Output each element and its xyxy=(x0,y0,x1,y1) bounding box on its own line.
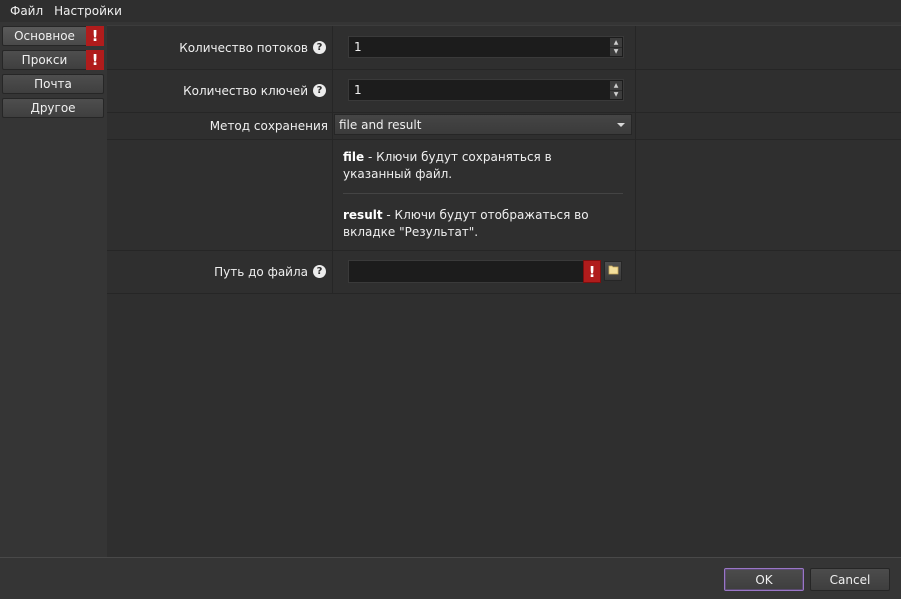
value-cell: file and result xyxy=(334,112,636,139)
divider xyxy=(343,193,623,194)
nav-item-label: Другое xyxy=(30,101,76,115)
settings-panel: Количество потоков ? 1 ▲ ▼ Количество кл… xyxy=(107,25,901,558)
nav-item-other[interactable]: Другое xyxy=(2,98,104,118)
row-save-method: Метод сохранения file and result xyxy=(107,112,901,140)
value-cell: 1 ▲ ▼ xyxy=(334,69,636,112)
dialog-buttons: OK Cancel xyxy=(0,557,901,599)
nav-item-main[interactable]: Основное ! xyxy=(2,26,104,46)
row-threads: Количество потоков ? 1 ▲ ▼ xyxy=(107,26,901,70)
label-cell: Количество ключей ? xyxy=(107,69,333,112)
value-cell: ! xyxy=(334,250,636,293)
nav-item-label: Прокси xyxy=(21,53,68,67)
threads-value: 1 xyxy=(354,40,362,54)
result-description: result - Ключи будут отображаться во вкл… xyxy=(343,207,623,241)
warning-icon: ! xyxy=(583,260,601,283)
ok-button[interactable]: OK xyxy=(724,568,804,591)
spin-arrows: ▲ ▼ xyxy=(610,81,622,99)
label-cell: Количество потоков ? xyxy=(107,26,333,69)
threads-label: Количество потоков xyxy=(179,40,308,55)
menu-bar: Файл Настройки xyxy=(0,0,901,22)
warning-icon: ! xyxy=(86,26,104,46)
value-cell: 1 ▲ ▼ xyxy=(334,26,636,69)
help-icon[interactable]: ? xyxy=(313,265,326,278)
spin-up-icon[interactable]: ▲ xyxy=(610,38,622,47)
nav-item-mail[interactable]: Почта xyxy=(2,74,104,94)
file-description-text: - Ключи будут сохраняться в указанный фа… xyxy=(343,150,552,181)
row-description: file - Ключи будут сохраняться в указанн… xyxy=(107,139,901,251)
save-method-value: file and result xyxy=(339,118,422,132)
help-icon[interactable]: ? xyxy=(313,41,326,54)
threads-spinbox[interactable]: 1 ▲ ▼ xyxy=(348,36,624,58)
label-cell: Метод сохранения xyxy=(107,112,333,139)
label-cell: Путь до файла ? xyxy=(107,250,333,293)
folder-icon xyxy=(608,264,619,278)
menu-settings[interactable]: Настройки xyxy=(50,4,129,18)
browse-button[interactable] xyxy=(604,261,622,281)
nav-item-proxy[interactable]: Прокси ! xyxy=(2,50,104,70)
warning-icon: ! xyxy=(86,50,104,70)
spin-up-icon[interactable]: ▲ xyxy=(610,81,622,90)
save-method-select[interactable]: file and result xyxy=(334,114,632,135)
label-cell xyxy=(107,139,333,250)
file-path-input[interactable] xyxy=(348,260,586,283)
menu-file[interactable]: Файл xyxy=(0,4,50,18)
file-description: file - Ключи будут сохраняться в указанн… xyxy=(343,149,623,183)
file-path-label: Путь до файла xyxy=(214,264,308,279)
chevron-down-icon xyxy=(617,123,625,127)
value-cell: file - Ключи будут сохраняться в указанн… xyxy=(334,139,636,250)
spin-arrows: ▲ ▼ xyxy=(610,38,622,56)
spin-down-icon[interactable]: ▼ xyxy=(610,89,622,100)
save-method-label: Метод сохранения xyxy=(209,118,328,133)
row-keys: Количество ключей ? 1 ▲ ▼ xyxy=(107,69,901,113)
help-icon[interactable]: ? xyxy=(313,84,326,97)
nav-item-label: Почта xyxy=(34,77,72,91)
result-keyword: result xyxy=(343,208,383,222)
settings-nav: Основное ! Прокси ! Почта Другое xyxy=(0,22,107,558)
keys-label: Количество ключей xyxy=(183,83,308,98)
cancel-button[interactable]: Cancel xyxy=(810,568,890,591)
row-file-path: Путь до файла ? ! xyxy=(107,250,901,294)
keys-spinbox[interactable]: 1 ▲ ▼ xyxy=(348,79,624,101)
keys-value: 1 xyxy=(354,83,362,97)
nav-item-label: Основное xyxy=(14,29,75,43)
spin-down-icon[interactable]: ▼ xyxy=(610,46,622,57)
file-keyword: file xyxy=(343,150,365,164)
